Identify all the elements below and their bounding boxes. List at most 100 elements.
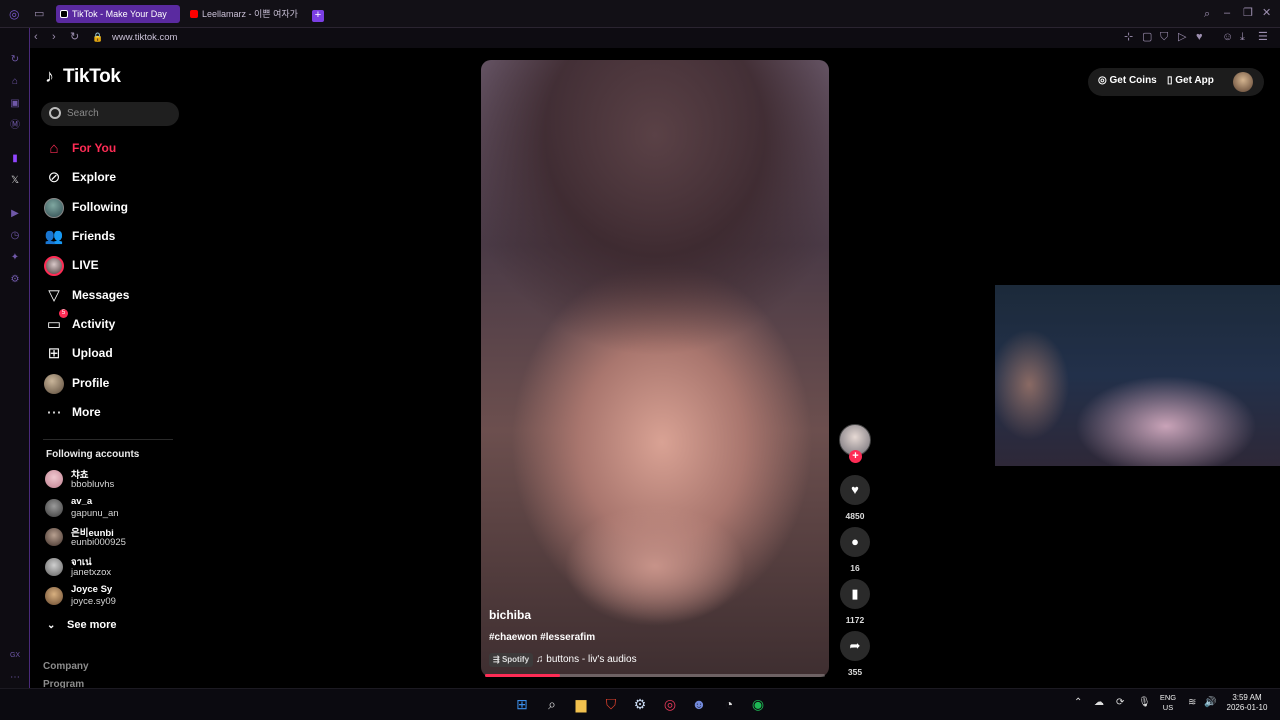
url-field[interactable]: www.tiktok.com [112, 32, 177, 43]
forward-icon[interactable]: › [52, 30, 56, 44]
language-indicator[interactable]: ENG US [1156, 693, 1180, 713]
following-account[interactable]: 은비eunbi eunbi000925 [45, 525, 185, 551]
nav-label: Upload [72, 346, 113, 360]
close-window-button[interactable]: ✕ [1262, 6, 1271, 20]
get-app-button[interactable]: ▯ Get App [1167, 75, 1214, 86]
reload-icon[interactable]: ↻ [70, 30, 79, 44]
search-icon [49, 107, 61, 119]
account-icon[interactable]: ☺ [1222, 30, 1233, 44]
favorite-heart-icon[interactable]: ♥ [1196, 30, 1203, 44]
tab-tiktok[interactable]: TikTok - Make Your Day [56, 5, 180, 23]
search-tabs-icon[interactable]: ⌕ [1204, 7, 1210, 21]
nav-explore[interactable]: ⊘ Explore [43, 165, 183, 191]
twitch-icon[interactable]: ▮ [8, 152, 22, 166]
wifi-icon[interactable]: ≋ [1188, 697, 1196, 708]
gx-mods-icon[interactable]: ▣ [8, 97, 22, 111]
history-icon[interactable]: ◷ [8, 229, 22, 243]
see-more-button[interactable]: ⌄ See more [47, 619, 117, 631]
music-link[interactable]: ♫ buttons - liv's audios [536, 654, 637, 665]
nav-messages[interactable]: ▽ Messages [43, 283, 183, 309]
back-icon[interactable]: ‹ [34, 30, 38, 44]
spotify-icon[interactable]: ◉ [749, 695, 767, 713]
file-explorer-icon[interactable]: ▆ [572, 695, 590, 713]
app-status-icon[interactable]: ◔ [720, 695, 738, 713]
footer-link-company[interactable]: Company [43, 661, 89, 672]
user-avatar[interactable] [1233, 72, 1253, 92]
search-icon[interactable]: ⌕ [543, 695, 561, 713]
downloads-icon[interactable]: ⤓ [1240, 30, 1245, 44]
gx-control-icon[interactable]: ↻ [8, 53, 22, 67]
opera-gx-icon[interactable]: ◎ [661, 695, 679, 713]
get-coins-button[interactable]: ◎ Get Coins [1098, 75, 1157, 86]
opera-gx-logo-icon[interactable]: ◎ [9, 7, 19, 21]
share-button[interactable]: ➦ [840, 631, 870, 661]
nav-following[interactable]: Following [43, 195, 183, 221]
following-account[interactable]: Joyce Sy joyce.sy09 [45, 584, 185, 610]
following-avatar-icon [44, 198, 64, 218]
nav-more[interactable]: ⋯ More [43, 400, 183, 426]
clock[interactable]: 3:59 AM 2026-01-10 [1222, 693, 1272, 713]
steam-icon[interactable]: ⚙ [631, 695, 649, 713]
region-code: US [1162, 703, 1174, 712]
comment-count: 16 [850, 563, 860, 573]
video-author[interactable]: bichiba [489, 608, 531, 622]
save-button[interactable]: ▮ [840, 579, 870, 609]
pin-icon[interactable]: ⊹ [1124, 30, 1133, 44]
settings-icon[interactable]: ⚙ [8, 273, 22, 287]
following-accounts-title: Following accounts [46, 449, 140, 460]
nav-for-you[interactable]: ⌂ For You [43, 136, 183, 162]
nav-label: Messages [72, 288, 130, 302]
workspaces-icon[interactable]: ▭ [34, 7, 44, 21]
new-tab-button[interactable]: + [312, 10, 324, 22]
windows-start-icon[interactable]: ⊞ [513, 695, 531, 713]
nav-upload[interactable]: ⊞ Upload [43, 341, 183, 367]
follow-plus-button[interactable]: + [849, 450, 862, 463]
minimize-button[interactable]: – [1224, 6, 1230, 20]
extensions-icon[interactable]: ✦ [8, 251, 22, 265]
nav-friends[interactable]: 👥 Friends [43, 224, 183, 250]
microphone-icon[interactable]: 🎙 [1138, 697, 1151, 708]
gx-corner-icon[interactable]: ⌂ [8, 75, 22, 89]
video-player[interactable] [481, 60, 829, 677]
live-icon [44, 256, 64, 276]
following-account[interactable]: 챠쵸 bbobluvhs [45, 467, 185, 493]
nav-label: LIVE [72, 258, 99, 272]
video-hashtags[interactable]: #chaewon #lesserafim [489, 632, 595, 643]
save-count: 1172 [845, 615, 865, 625]
snapshot-icon[interactable]: ▢ [1142, 30, 1152, 44]
tiktok-logo[interactable]: ♪ TikTok [45, 66, 121, 88]
following-account[interactable]: จาเน่ janetxzox [45, 555, 185, 581]
tray-chevron-icon[interactable]: ⌃ [1074, 697, 1082, 708]
player-sidebar-icon[interactable]: ▶ [8, 207, 22, 221]
browser-tab-bar: ◎ ▭ TikTok - Make Your Day Leellamarz - … [0, 0, 1280, 28]
cloud-icon[interactable]: ☁ [1094, 697, 1104, 708]
tab-youtube[interactable]: Leellamarz - 이쁜 여자가 [186, 5, 306, 23]
gx-messenger-icon[interactable]: Ⓜ [8, 119, 22, 133]
comment-button[interactable]: ● [840, 527, 870, 557]
webcam-overlay [995, 285, 1280, 466]
player-icon[interactable]: ▷ [1178, 30, 1186, 44]
share-arrow-icon: ➦ [849, 638, 861, 653]
music-source-badge[interactable]: ⇶ Spotify [489, 653, 534, 667]
nav-live[interactable]: LIVE [43, 253, 183, 279]
nav-label: Activity [72, 317, 116, 331]
discord-icon[interactable]: ☻ [690, 695, 708, 713]
x-twitter-icon[interactable]: 𝕏 [8, 174, 22, 188]
maximize-button[interactable]: ❐ [1243, 6, 1253, 20]
tab-label: TikTok - Make Your Day [72, 9, 167, 19]
nav-activity[interactable]: ▭ 5 Activity [43, 309, 183, 338]
sidebar-more-icon[interactable]: ⋯ [8, 671, 22, 685]
like-button[interactable]: ♥ [840, 475, 870, 505]
search-input[interactable]: Search [41, 102, 179, 126]
music-source-label: Spotify [501, 655, 530, 664]
sync-icon[interactable]: ⟳ [1116, 697, 1124, 708]
following-account[interactable]: av_a gapunu_an [45, 496, 185, 522]
volume-icon[interactable]: 🔊 [1204, 697, 1216, 708]
nav-profile[interactable]: Profile [43, 371, 183, 397]
see-more-label: See more [67, 619, 117, 631]
avatar [45, 470, 63, 488]
vpn-shield-icon[interactable]: ⛉ [1160, 30, 1168, 44]
brave-shield-icon[interactable]: ⛉ [602, 695, 620, 713]
gx-badge-icon[interactable]: GX [8, 649, 22, 663]
menu-icon[interactable]: ☰ [1258, 30, 1268, 44]
